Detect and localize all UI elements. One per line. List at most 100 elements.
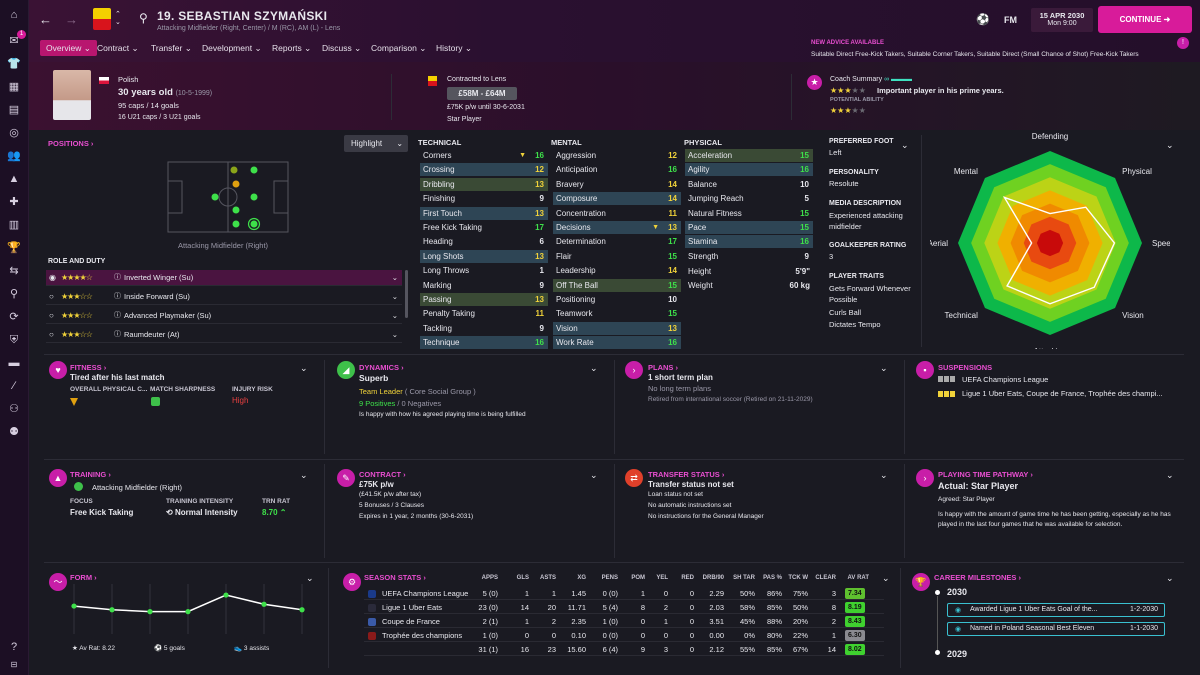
advice-text[interactable]: Suitable Direct Free-Kick Takers, Suitab… xyxy=(811,51,1167,58)
attribute-row[interactable]: Strength 9 xyxy=(685,250,813,263)
tab-history[interactable]: History ⌄ xyxy=(436,40,472,56)
forward-arrow-icon[interactable]: → xyxy=(65,12,78,27)
stats-header[interactable]: ASTS xyxy=(526,575,556,581)
stats-header[interactable]: SH TAR xyxy=(725,575,755,581)
date-display[interactable]: 15 APR 2030 Mon 9:00 xyxy=(1031,8,1093,32)
menu-icon[interactable]: ⊟ xyxy=(7,658,21,672)
tab-contract[interactable]: Contract ⌄ xyxy=(97,40,139,56)
chevron-down-icon[interactable]: ⌄ xyxy=(392,327,398,343)
stats-header[interactable]: RED xyxy=(664,575,694,581)
form-point[interactable] xyxy=(223,592,229,598)
attribute-row[interactable]: Decisions ▼ 13 xyxy=(553,221,681,234)
attribute-row[interactable]: Balance 10 xyxy=(685,178,813,191)
radio-icon[interactable]: ○ xyxy=(49,308,54,324)
attribute-row[interactable]: Marking 9 xyxy=(420,279,548,292)
training-icon[interactable]: ▲ xyxy=(7,172,21,186)
chevron-down-icon[interactable]: ⌄ xyxy=(590,363,598,374)
finances-icon[interactable]: ▥ xyxy=(7,218,21,232)
attribute-row[interactable]: Jumping Reach 5 xyxy=(685,192,813,205)
attribute-row[interactable]: Off The Ball 15 xyxy=(553,278,681,292)
value-badge[interactable]: £58M - £64M xyxy=(447,87,517,100)
advice-icon[interactable]: ! xyxy=(1177,37,1189,49)
attribute-row[interactable]: Crossing 12 xyxy=(420,163,548,177)
form-point[interactable] xyxy=(185,609,191,615)
stats-header[interactable]: DRB/90 xyxy=(694,575,724,581)
attribute-row[interactable]: Long Shots 13 xyxy=(420,249,548,263)
continue-button[interactable]: CONTINUE ➜ xyxy=(1098,6,1192,33)
chart-icon[interactable]: ∕ xyxy=(7,379,21,393)
club-icon[interactable]: ⛨ xyxy=(7,333,21,347)
attribute-row[interactable]: Anticipation 16 xyxy=(553,163,681,176)
club-crest-icon[interactable] xyxy=(93,8,111,30)
competition-icon[interactable]: 🏆 xyxy=(7,241,21,255)
attribute-row[interactable]: Agility 16 xyxy=(685,163,813,177)
attribute-row[interactable]: Technique 16 xyxy=(420,336,548,350)
calendar-icon[interactable]: ▤ xyxy=(7,103,21,117)
help-icon[interactable]: ? xyxy=(7,640,21,654)
attribute-row[interactable]: Bravery 14 xyxy=(553,178,681,191)
chevron-down-icon[interactable]: ⌄ xyxy=(300,470,308,481)
stats-header[interactable]: APPS xyxy=(468,575,498,581)
role-row[interactable]: ◉ ★★★★☆ ⓘ Inverted Winger (Su) ⌄ xyxy=(46,270,402,286)
transfers-icon[interactable]: ⇆ xyxy=(7,264,21,278)
attribute-row[interactable]: First Touch 13 xyxy=(420,206,548,220)
stats-header[interactable]: GLS xyxy=(499,575,529,581)
role-row[interactable]: ○ ★★★☆☆ ⓘ Advanced Playmaker (Su) ⌄ xyxy=(46,308,402,324)
stats-row[interactable]: Ligue 1 Uber Eats 23 (0) 14 20 11.71 5 (4) 8 2 0… xyxy=(364,601,884,614)
attribute-row[interactable]: Work Rate 16 xyxy=(553,336,681,350)
transfer-status-title[interactable]: TRANSFER STATUS › xyxy=(648,470,724,479)
radio-icon[interactable]: ○ xyxy=(49,327,54,343)
stats-header[interactable]: TCK W xyxy=(778,575,808,581)
milestone-item[interactable]: ◉ Awarded Ligue 1 Uber Eats Goal of the..… xyxy=(947,603,1165,617)
season-stats-title[interactable]: SEASON STATS › xyxy=(364,573,426,582)
info-icon[interactable]: ⓘ xyxy=(114,270,121,286)
form-point[interactable] xyxy=(147,609,153,615)
role-row[interactable]: ○ ★★★☆☆ ⓘ Raumdeuter (At) ⌄ xyxy=(46,327,402,343)
chevron-down-icon[interactable]: ⌄ xyxy=(392,308,398,324)
stats-row[interactable]: UEFA Champions League 5 (0) 1 1 1.45 0 (0) 1 0 0… xyxy=(364,587,884,600)
attribute-row[interactable]: Vision 13 xyxy=(553,321,681,335)
tab-transfer[interactable]: Transfer ⌄ xyxy=(151,40,192,56)
chevron-down-icon[interactable]: ⌄ xyxy=(392,289,398,305)
attribute-row[interactable]: Teamwork 15 xyxy=(553,307,681,320)
stats-row[interactable]: 31 (1) 16 23 15.60 6 (4) 9 3 0 2.12 55% 85% 67% 14 8.… xyxy=(364,643,884,656)
chevron-down-icon[interactable]: ⌄ xyxy=(590,470,598,481)
tab-development[interactable]: Development ⌄ xyxy=(202,40,262,56)
fitness-title[interactable]: FITNESS › xyxy=(70,363,106,372)
stats-row[interactable]: Trophée des champions 1 (0) 0 0 0.10 0 (0) 0 0 0… xyxy=(364,629,884,642)
chevron-down-icon[interactable]: ⌄ xyxy=(880,363,888,374)
staff-icon[interactable]: 👥 xyxy=(7,149,21,163)
chevron-down-icon[interactable]: ⌄ xyxy=(882,573,890,584)
stats-header[interactable]: AV RAT xyxy=(839,575,869,581)
fm-logo[interactable]: FM xyxy=(1004,15,1017,25)
form-point[interactable] xyxy=(261,601,267,607)
squad-icon[interactable]: 👕 xyxy=(7,57,21,71)
attribute-row[interactable]: Composure 14 xyxy=(553,192,681,206)
data-icon[interactable]: ▬ xyxy=(7,356,21,370)
attribute-row[interactable]: Passing 13 xyxy=(420,293,548,306)
stats-header[interactable]: PENS xyxy=(588,575,618,581)
attribute-row[interactable]: Positioning 10 xyxy=(553,293,681,306)
info-icon[interactable]: ⓘ xyxy=(114,327,121,343)
form-point[interactable] xyxy=(71,603,77,609)
plans-title[interactable]: PLANS › xyxy=(648,363,678,372)
attribute-row[interactable]: Pace 15 xyxy=(685,221,813,234)
people-icon[interactable]: ⚉ xyxy=(7,425,21,439)
chevron-down-icon[interactable]: ⌄ xyxy=(300,363,308,374)
positions-title[interactable]: POSITIONS › xyxy=(48,139,93,148)
attribute-row[interactable]: Leadership 14 xyxy=(553,264,681,277)
tab-overview[interactable]: Overview ⌄ xyxy=(40,40,97,56)
attribute-row[interactable]: Penalty Taking 11 xyxy=(420,307,548,320)
attribute-row[interactable]: Free Kick Taking 17 xyxy=(420,221,548,234)
home-icon[interactable]: ⌂ xyxy=(7,8,21,22)
stats-row[interactable]: Coupe de France 2 (1) 1 2 2.35 1 (0) 0 1 0 3.51 45… xyxy=(364,615,884,628)
highlight-dropdown[interactable]: Highlight ⌄ xyxy=(344,135,408,152)
attribute-row[interactable]: Heading 6 xyxy=(420,235,548,248)
radio-icon[interactable]: ○ xyxy=(49,289,54,305)
chevron-updown-icon[interactable]: ⌃ ⌄ xyxy=(115,10,121,26)
chevron-down-icon[interactable]: ⌄ xyxy=(880,470,888,481)
attribute-row[interactable]: Stamina 16 xyxy=(685,235,813,249)
attribute-row[interactable]: Aggression 12 xyxy=(553,149,681,162)
team-icon[interactable]: ⚇ xyxy=(7,402,21,416)
info-icon[interactable]: ⓘ xyxy=(114,289,121,305)
